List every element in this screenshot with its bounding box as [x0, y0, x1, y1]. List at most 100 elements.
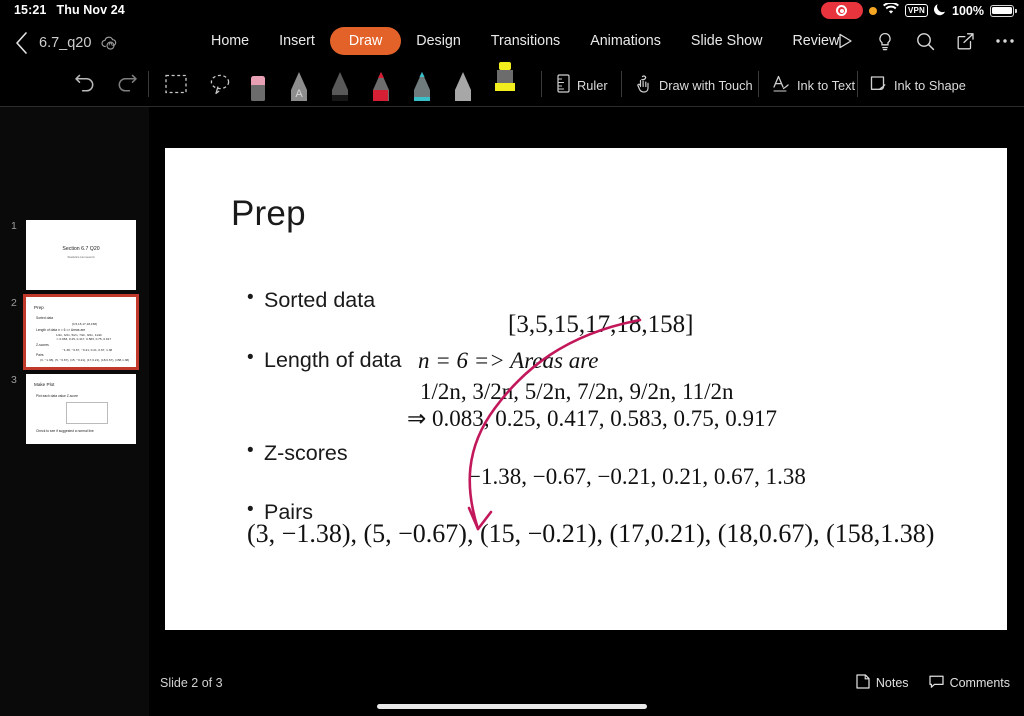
pen-tool-red[interactable]: [366, 64, 396, 106]
do-not-disturb-moon-icon: [934, 3, 946, 19]
undo-button[interactable]: [69, 68, 101, 98]
draw-toolbar: A Ruler Draw with Touch Ink to Text Ink …: [0, 62, 1024, 106]
tell-me-lightbulb-icon[interactable]: [872, 28, 898, 54]
thumb1-subtitle: Statistics Homework: [67, 255, 95, 259]
ruler-button[interactable]: Ruler: [557, 74, 608, 96]
tab-draw[interactable]: Draw: [329, 27, 402, 55]
pen-tool-a[interactable]: A: [284, 64, 314, 106]
tab-transitions[interactable]: Transitions: [476, 27, 575, 55]
powerpoint-ipad-window: 15:21 Thu Nov 24 VPN 100% 6.7_q20 Home I…: [0, 0, 1024, 716]
tab-slide-show[interactable]: Slide Show: [676, 27, 778, 55]
comments-button[interactable]: Comments: [928, 674, 1010, 692]
ruler-icon: [557, 74, 570, 96]
status-time: 15:21: [14, 3, 47, 17]
vpn-badge-icon: VPN: [904, 4, 929, 17]
battery-percent-label: 100%: [952, 3, 984, 18]
thumb2-line-3: Length of data n = 6 => Areas are: [36, 328, 86, 332]
ink-to-shape-label: Ink to Shape: [894, 77, 966, 93]
ribbon-tabs: Home Insert Draw Design Transitions Anim…: [196, 27, 854, 55]
notes-icon: [856, 674, 870, 692]
status-bar-right: VPN 100%: [820, 1, 1017, 19]
slide-thumb-preview-1[interactable]: Section 6.7 Q20 Statistics Homework: [26, 220, 136, 290]
slide-thumb-preview-2[interactable]: Prep Sorted data [3,5,15,17,18,158] Leng…: [23, 294, 139, 370]
thumb2-line-2: [3,5,15,17,18,158]: [72, 322, 97, 326]
orange-privacy-dot-icon: [868, 6, 877, 15]
thumb2-line-5: ⇒ 0.083, 0.25, 0.417, 0.583, 0.75, 0.917: [56, 337, 112, 341]
tab-home[interactable]: Home: [196, 27, 264, 55]
draw-with-touch-label: Draw with Touch: [659, 77, 753, 93]
ink-to-shape-button[interactable]: Ink to Shape: [869, 74, 966, 96]
slide-stage: Prep Sorted data [3,5,15,17,18,158] Leng…: [149, 107, 1024, 716]
comments-icon: [928, 674, 944, 692]
thumb2-line-1: Sorted data: [36, 316, 54, 320]
notes-label: Notes: [875, 676, 909, 690]
ruler-label: Ruler: [577, 77, 608, 93]
ink-to-text-label: Ink to Text: [797, 77, 856, 93]
lasso-select-tool-icon[interactable]: [204, 69, 236, 99]
present-play-icon[interactable]: [832, 28, 858, 54]
pencil-tool-gray[interactable]: [448, 64, 478, 106]
pen-tool-black[interactable]: [325, 64, 355, 106]
home-indicator[interactable]: [377, 704, 647, 709]
thumb2-line-9: (3, −1.38), (5, −0.67), (15, −0.21), (17…: [40, 358, 130, 362]
thumb1-title: Section 6.7 Q20: [62, 246, 100, 252]
thumb2-title: Prep: [34, 305, 44, 310]
tab-animations[interactable]: Animations: [575, 27, 676, 55]
draw-with-touch-button[interactable]: Draw with Touch: [635, 74, 753, 96]
ink-to-shape-icon: [869, 74, 887, 96]
title-bar-actions: [832, 28, 1018, 54]
share-icon[interactable]: [952, 28, 978, 54]
slide-counter-label: Slide 2 of 3: [160, 676, 223, 690]
thumb2-line-7: −1.38, −0.67, −0.21, 0.21, 0.67, 1.38: [62, 348, 113, 352]
more-ellipsis-icon[interactable]: [992, 28, 1018, 54]
eraser-tool[interactable]: [243, 64, 273, 106]
areas-decimals[interactable]: ⇒ 0.083, 0.25, 0.417, 0.583, 0.75, 0.917: [407, 406, 777, 432]
bullet-z-scores[interactable]: Z-scores: [247, 440, 348, 466]
screen-recording-icon[interactable]: [820, 2, 863, 19]
back-button[interactable]: [8, 29, 36, 57]
ink-to-text-icon: [772, 74, 790, 96]
svg-text:A: A: [295, 88, 303, 100]
redo-button[interactable]: [111, 68, 143, 98]
slide-title[interactable]: Prep: [231, 194, 306, 234]
slide-thumb-preview-3[interactable]: Make Plot Plot each data value Z-score C…: [26, 374, 136, 444]
bullet-sorted-data[interactable]: Sorted data: [247, 287, 375, 313]
thumb3-line-2: Check to see if suggested a normal line: [36, 429, 94, 433]
thumb2-line-6: Z-scores: [36, 343, 49, 347]
bullet-length-of-data[interactable]: Length of data: [247, 347, 402, 373]
notes-button[interactable]: Notes: [856, 674, 909, 692]
select-tool-icon[interactable]: [160, 69, 192, 99]
cloud-sync-icon: [101, 36, 118, 55]
hand-draw-icon: [635, 74, 652, 96]
battery-icon: [990, 4, 1017, 17]
wifi-icon: [882, 1, 899, 18]
slide-number-3: 3: [11, 374, 17, 386]
length-of-data-expression: n = 6 => Areas are: [418, 348, 599, 373]
slide-number-1: 1: [11, 220, 17, 232]
length-of-data-math[interactable]: n = 6 => Areas are: [418, 348, 599, 374]
thumb2-line-8: Pairs: [36, 353, 44, 357]
highlighter-tool-yellow[interactable]: [489, 58, 519, 100]
sorted-data-array[interactable]: [3,5,15,17,18,158]: [508, 311, 693, 339]
status-date: Thu Nov 24: [56, 3, 125, 17]
tab-insert[interactable]: Insert: [264, 27, 330, 55]
ink-to-text-button[interactable]: Ink to Text: [772, 74, 855, 96]
pairs-values[interactable]: (3, −1.38), (5, −0.67), (15, −0.21), (17…: [247, 519, 934, 549]
thumb3-title: Make Plot: [34, 382, 55, 387]
comments-label: Comments: [949, 676, 1010, 690]
pen-tool-teal[interactable]: [407, 64, 437, 106]
areas-fractions[interactable]: 1/2n, 3/2n, 5/2n, 7/2n, 9/2n, 11/2n: [420, 379, 734, 405]
z-scores-values[interactable]: −1.38, −0.67, −0.21, 0.21, 0.67, 1.38: [468, 464, 806, 490]
ios-status-bar: 15:21 Thu Nov 24 VPN 100%: [0, 0, 1024, 22]
title-ribbon-row: 6.7_q20 Home Insert Draw Design Transiti…: [0, 26, 1024, 62]
tab-design[interactable]: Design: [401, 27, 476, 55]
thumb3-line-1: Plot each data value Z-score: [36, 394, 78, 398]
file-name-label[interactable]: 6.7_q20: [39, 35, 91, 51]
thumb3-plot-sketch: [66, 402, 108, 424]
slide-navigator[interactable]: 1 Section 6.7 Q20 Statistics Homework 2 …: [0, 107, 149, 716]
status-bar-left: 15:21 Thu Nov 24: [14, 3, 125, 17]
slide-number-2: 2: [11, 297, 17, 309]
bottom-bar-actions: Notes Comments: [856, 674, 1010, 692]
search-icon[interactable]: [912, 28, 938, 54]
slide-canvas[interactable]: Prep Sorted data [3,5,15,17,18,158] Leng…: [165, 148, 1007, 630]
